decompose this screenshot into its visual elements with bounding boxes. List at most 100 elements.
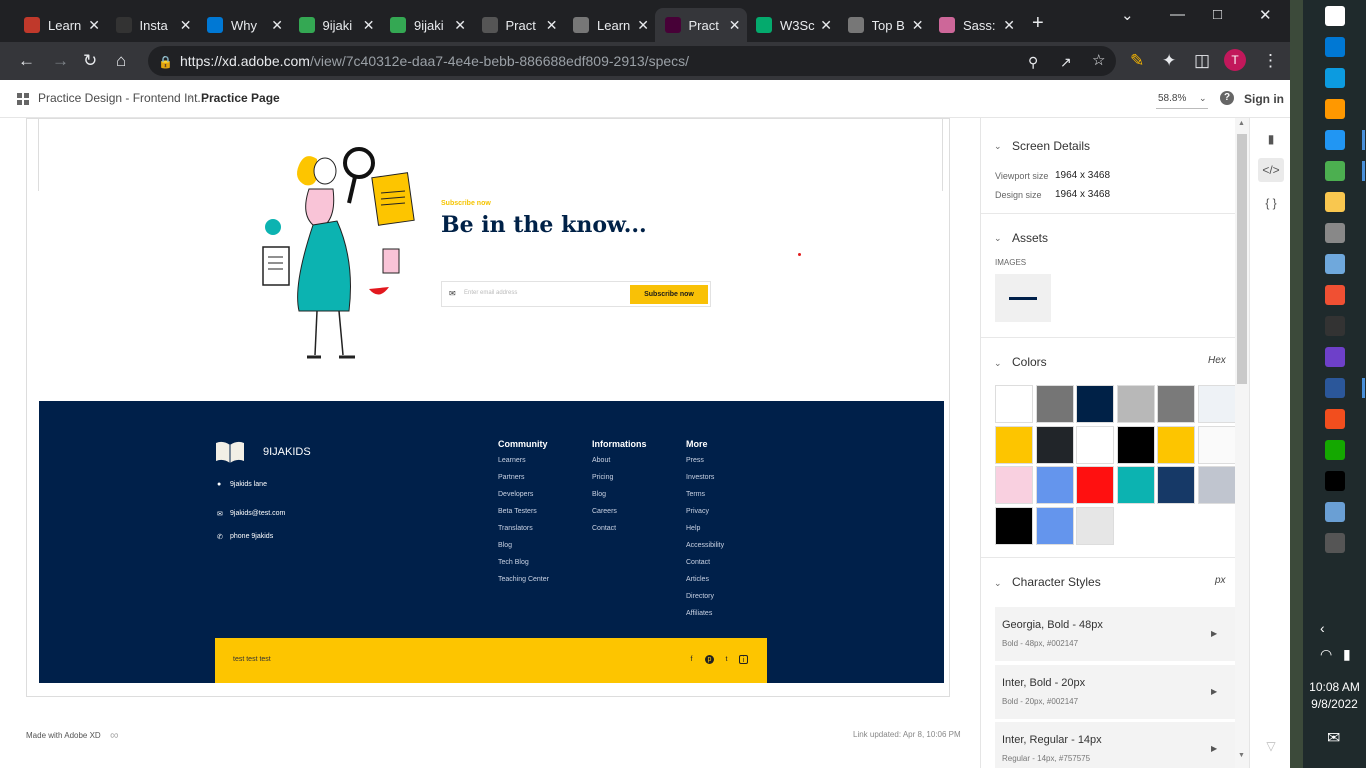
color-swatch[interactable]	[1197, 466, 1235, 504]
footer-link[interactable]: Beta Testers	[498, 508, 537, 515]
new-tab-button[interactable]: +	[1032, 12, 1044, 35]
section-title[interactable]: Character Styles	[1012, 575, 1101, 589]
twitter-icon[interactable]: t	[722, 655, 731, 664]
browser-tab[interactable]: Insta ✕	[106, 8, 198, 42]
color-swatch[interactable]	[995, 506, 1033, 545]
system-clock[interactable]: 10:08 AM 9/8/2022	[1303, 679, 1366, 713]
braces-icon[interactable]: { }	[1258, 191, 1284, 215]
battery-icon[interactable]: ▮	[1343, 646, 1351, 663]
browser-tab[interactable]: Learn ✕	[14, 8, 106, 42]
footer-link[interactable]: Directory	[686, 593, 714, 600]
footer-link[interactable]: Privacy	[686, 508, 709, 515]
browser-tab[interactable]: Learn ✕	[563, 8, 655, 42]
chevron-down-icon[interactable]: ⌄	[994, 358, 1002, 369]
close-tab-icon[interactable]: ✕	[88, 17, 100, 34]
footer-link[interactable]: Affiliates	[686, 610, 712, 617]
subscribe-button[interactable]: Subscribe now	[630, 285, 708, 304]
footer-link[interactable]: Blog	[592, 491, 606, 498]
facebook-icon[interactable]: f	[687, 655, 696, 664]
scroll-down-icon[interactable]: ▼	[1238, 752, 1245, 759]
chevron-down-icon[interactable]: ⌄	[994, 141, 1002, 152]
color-swatch[interactable]	[1116, 466, 1155, 504]
comment-icon[interactable]: ▮	[1258, 127, 1284, 151]
char-style-item[interactable]: Inter, Bold - 20px Bold - 20px, #002147 …	[995, 665, 1235, 719]
color-swatch[interactable]	[1116, 385, 1155, 423]
footer-link[interactable]: Contact	[686, 559, 710, 566]
color-swatch[interactable]	[1197, 385, 1235, 423]
terminal-icon[interactable]	[1325, 316, 1345, 336]
char-style-item[interactable]: Georgia, Bold - 48px Bold - 48px, #00214…	[995, 607, 1235, 661]
close-tab-icon[interactable]: ✕	[637, 17, 649, 34]
url-text[interactable]: https://xd.adobe.com/view/7c40312e-daa7-…	[180, 53, 689, 69]
color-swatch[interactable]	[1035, 425, 1074, 464]
browser-tab[interactable]: 9ijaki ✕	[289, 8, 381, 42]
wifi-icon[interactable]: ◠	[1320, 646, 1332, 663]
store-icon[interactable]	[1325, 37, 1345, 57]
panel-scrollbar[interactable]: ▲ ▼	[1235, 118, 1249, 768]
close-tab-icon[interactable]: ✕	[820, 17, 832, 34]
close-tab-icon[interactable]: ✕	[1003, 17, 1015, 34]
footer-link[interactable]: Developers	[498, 491, 533, 498]
code-specs-icon[interactable]: </>	[1258, 158, 1284, 182]
close-tab-icon[interactable]: ✕	[454, 17, 466, 34]
color-swatch[interactable]	[1076, 466, 1114, 504]
unit-toggle[interactable]: px	[1215, 575, 1226, 586]
section-title[interactable]: Screen Details	[1012, 139, 1090, 153]
close-window-icon[interactable]: ✕	[1259, 6, 1272, 24]
color-swatch[interactable]	[1076, 425, 1114, 464]
address-bar[interactable]: 🔒 https://xd.adobe.com/view/7c40312e-daa…	[148, 46, 1116, 76]
share-icon[interactable]: ↗	[1060, 52, 1072, 72]
chevron-down-icon[interactable]: ⌄	[994, 233, 1002, 244]
footer-link[interactable]: Help	[686, 525, 700, 532]
notification-icon[interactable]: ✉	[1327, 728, 1340, 748]
notepad-icon[interactable]	[1325, 254, 1345, 274]
github-icon[interactable]	[1325, 347, 1345, 367]
zoom-search-icon[interactable]: ⚲	[1028, 52, 1038, 72]
bookmark-star-icon[interactable]: ☆	[1092, 51, 1105, 71]
color-swatch[interactable]	[995, 385, 1033, 423]
tab-search-chevron-icon[interactable]: ⌄	[1121, 6, 1134, 24]
filter-icon[interactable]: ▽	[1258, 734, 1284, 758]
footer-link[interactable]: Accessibility	[686, 542, 724, 549]
email-field[interactable]: Enter email address	[464, 290, 517, 296]
color-swatch[interactable]	[1035, 506, 1074, 545]
artboard[interactable]: Subscribe now Be in the know... ✉ Enter …	[26, 118, 950, 697]
lock-icon[interactable]: 🔒	[158, 52, 173, 72]
color-swatch[interactable]	[1035, 385, 1074, 423]
color-swatch[interactable]	[1076, 385, 1114, 423]
breadcrumb-project[interactable]: Practice Design - Frontend Int...	[38, 91, 207, 105]
instagram-icon[interactable]: i	[739, 655, 748, 664]
back-icon[interactable]: ←	[18, 51, 35, 71]
footer-link[interactable]: Blog	[498, 542, 512, 549]
chevron-down-icon[interactable]: ⌄	[994, 578, 1002, 589]
section-title[interactable]: Assets	[1012, 231, 1048, 245]
minimize-icon[interactable]: —	[1170, 6, 1185, 23]
chevron-left-icon[interactable]: ‹	[1320, 620, 1325, 636]
footer-link[interactable]: Investors	[686, 474, 714, 481]
browser-tab[interactable]: 9ijaki ✕	[380, 8, 472, 42]
maximize-icon[interactable]: □	[1213, 6, 1222, 23]
browser-tab[interactable]: Top B ✕	[838, 8, 930, 42]
asset-thumbnail[interactable]	[995, 274, 1051, 322]
vscode-icon[interactable]	[1325, 130, 1345, 150]
git-icon[interactable]	[1325, 285, 1345, 305]
close-tab-icon[interactable]: ✕	[546, 17, 558, 34]
zoom-level[interactable]: 58.8%	[1158, 93, 1186, 104]
color-swatch[interactable]	[1076, 506, 1114, 545]
word-icon[interactable]	[1325, 378, 1345, 398]
close-tab-icon[interactable]: ✕	[912, 17, 924, 34]
char-style-item[interactable]: Inter, Regular - 14px Regular - 14px, #7…	[995, 722, 1235, 768]
close-tab-icon[interactable]: ✕	[271, 17, 283, 34]
side-panel-icon[interactable]: ◫	[1194, 51, 1210, 71]
edge-icon[interactable]	[1325, 68, 1345, 88]
browser-tab[interactable]: Why ✕	[197, 8, 289, 42]
home-icon[interactable]: ⌂	[116, 51, 126, 71]
footer-link[interactable]: Learners	[498, 457, 526, 464]
footer-link[interactable]: Translators	[498, 525, 533, 532]
menu-kebab-icon[interactable]: ⋮	[1262, 51, 1279, 71]
design-canvas[interactable]: Subscribe now Be in the know... ✉ Enter …	[6, 118, 980, 768]
scroll-up-icon[interactable]: ▲	[1238, 120, 1245, 127]
upwork-icon[interactable]	[1325, 440, 1345, 460]
settings-icon[interactable]	[1325, 533, 1345, 553]
color-swatch[interactable]	[1035, 466, 1074, 504]
